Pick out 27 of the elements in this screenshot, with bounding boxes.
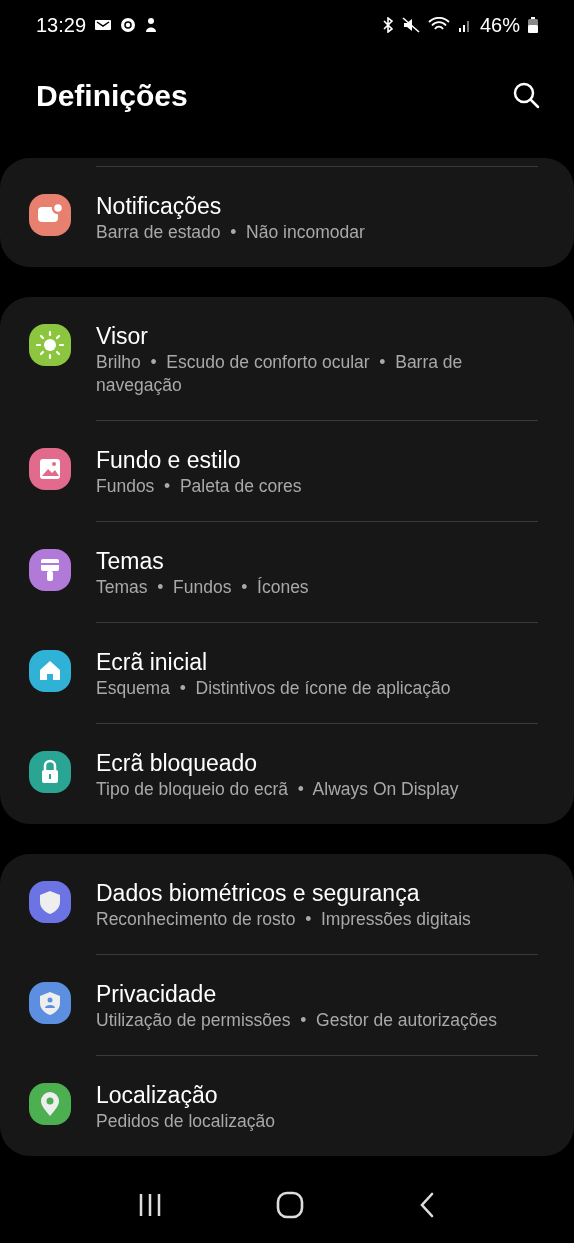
envelope-icon — [94, 18, 113, 32]
item-title[interactable]: Privacidade — [96, 979, 217, 1009]
battery-percentage: 46% — [479, 13, 520, 37]
bluetooth-icon — [381, 17, 394, 33]
item-title[interactable]: Visor — [96, 321, 148, 351]
item-title[interactable]: Temas — [96, 546, 164, 576]
item-subtitle: Temas • Fundos • Ícones — [96, 576, 309, 599]
battery-icon — [528, 17, 538, 33]
item-subtitle: Reconhecimento de rosto • Impressões digitais — [96, 908, 471, 931]
item-subtitle: Utilização de permissões • Gestor de autorizações — [96, 1009, 498, 1032]
item-subtitle: Brilho • Escudo de conforto ocular • Barra de navegação — [96, 351, 464, 397]
item-subtitle: Esquema • Distintivos de ícone de aplicação — [96, 677, 451, 700]
person-icon — [144, 17, 159, 33]
item-subtitle: Barra de estado • Não incomodar — [96, 221, 365, 244]
item-title[interactable]: Notificações — [96, 191, 222, 221]
item-subtitle: Pedidos de localização — [96, 1110, 275, 1133]
item-title[interactable]: Ecrã inicial — [96, 647, 208, 677]
mute-icon — [401, 17, 420, 33]
item-subtitle: Fundos • Paleta de cores — [96, 475, 302, 498]
item-subtitle: Tipo de bloqueio do ecrã • Always On Display — [96, 778, 459, 801]
item-title[interactable]: Ecrã bloqueado — [96, 748, 258, 778]
page-title: Definições — [36, 79, 189, 113]
item-title[interactable]: Dados biométricos e segurança — [96, 878, 420, 908]
clock-time: 13:29 — [36, 13, 87, 37]
item-title[interactable]: Fundo e estilo — [96, 445, 241, 475]
item-title[interactable]: Localização — [96, 1080, 218, 1110]
browser-icon — [120, 17, 137, 33]
